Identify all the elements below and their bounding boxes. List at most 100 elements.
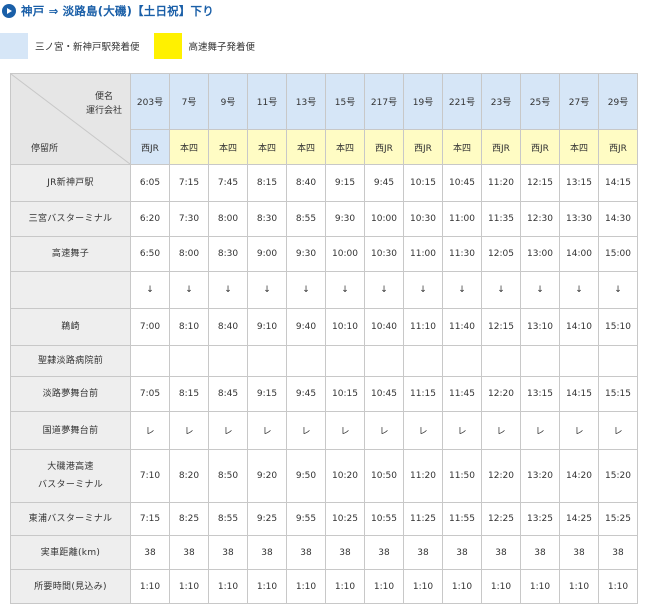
bus-number-header: 11号 — [247, 73, 287, 130]
time-cell: 8:30 — [247, 201, 287, 237]
stop-name: 鵜崎 — [10, 308, 131, 346]
time-cell: 10:45 — [442, 164, 482, 202]
pass-through-arrow: ↓ — [247, 271, 287, 309]
time-cell: 9:20 — [247, 449, 287, 503]
time-cell: 11:40 — [442, 308, 482, 346]
time-cell: 1:10 — [481, 569, 521, 604]
table-row: JR新神戸駅 6:05 7:15 7:45 8:15 8:40 9:15 9:45 10:15 1… — [10, 164, 638, 202]
time-cell: レ — [364, 411, 404, 450]
pass-through-arrow: ↓ — [130, 271, 170, 309]
operator-header: 西JR — [130, 129, 170, 165]
operator-header: 西JR — [598, 129, 638, 165]
time-cell: 15:25 — [598, 502, 638, 536]
pass-through-arrow: ↓ — [559, 271, 599, 309]
time-cell: 11:20 — [403, 449, 443, 503]
time-cell: 38 — [208, 535, 248, 570]
time-cell: 15:10 — [598, 308, 638, 346]
time-cell: 38 — [169, 535, 209, 570]
time-cell: 38 — [442, 535, 482, 570]
time-cell: 12:15 — [520, 164, 560, 202]
corner-label-operator: 運行会社 — [85, 106, 122, 116]
stop-name: 淡路夢舞台前 — [10, 376, 131, 412]
pass-through-arrow: ↓ — [208, 271, 248, 309]
time-cell — [481, 345, 521, 377]
pass-through-arrow: ↓ — [169, 271, 209, 309]
time-cell: 12:20 — [481, 449, 521, 503]
time-cell: 8:40 — [286, 164, 326, 202]
stop-name — [10, 271, 131, 309]
time-cell: 1:10 — [403, 569, 443, 604]
stop-name: JR新神戸駅 — [10, 164, 131, 202]
time-cell: 38 — [130, 535, 170, 570]
time-cell — [130, 345, 170, 377]
time-cell: 7:45 — [208, 164, 248, 202]
operator-header: 本四 — [325, 129, 365, 165]
time-cell: 10:55 — [364, 502, 404, 536]
time-cell: 11:55 — [442, 502, 482, 536]
time-cell: 13:15 — [520, 376, 560, 412]
time-cell: 11:35 — [481, 201, 521, 237]
time-cell: レ — [130, 411, 170, 450]
operator-header: 本四 — [442, 129, 482, 165]
time-cell: 38 — [598, 535, 638, 570]
time-cell: 14:15 — [598, 164, 638, 202]
bus-number-header: 23号 — [481, 73, 521, 130]
time-cell: 7:05 — [130, 376, 170, 412]
time-cell: 14:00 — [559, 236, 599, 272]
pass-through-arrow: ↓ — [442, 271, 482, 309]
table-row: 高速舞子 6:50 8:00 8:30 9:00 9:30 10:00 10:30 11:00 1… — [10, 236, 638, 272]
bus-number-header: 29号 — [598, 73, 638, 130]
time-cell — [598, 345, 638, 377]
time-cell: 38 — [286, 535, 326, 570]
timetable: 便名 運行会社 停留所 203号 7号 9号 11号 13号 15号 217号 19号 221号… — [10, 73, 638, 604]
time-cell: レ — [442, 411, 482, 450]
time-cell: 9:50 — [286, 449, 326, 503]
time-cell: 13:10 — [520, 308, 560, 346]
time-cell: 8:55 — [208, 502, 248, 536]
stop-name: 所要時間(見込み) — [10, 569, 131, 604]
time-cell: 1:10 — [442, 569, 482, 604]
header-corner: 便名 運行会社 停留所 — [10, 73, 131, 165]
time-cell — [559, 345, 599, 377]
time-cell: 7:00 — [130, 308, 170, 346]
time-cell: 9:40 — [286, 308, 326, 346]
time-cell: 8:10 — [169, 308, 209, 346]
legend-swatch-yellow — [153, 33, 182, 59]
time-cell: 14:20 — [559, 449, 599, 503]
time-cell: 11:10 — [403, 308, 443, 346]
operator-header: 本四 — [247, 129, 287, 165]
time-cell: 12:05 — [481, 236, 521, 272]
time-cell: 6:05 — [130, 164, 170, 202]
operator-header: 西JR — [520, 129, 560, 165]
time-cell: レ — [481, 411, 521, 450]
page-title: 神戸 ⇒ 淡路島(大磯)【土日祝】下り — [21, 4, 214, 18]
bus-number-header: 203号 — [130, 73, 170, 130]
time-cell: 7:15 — [130, 502, 170, 536]
table-row: 淡路夢舞台前 7:05 8:15 8:45 9:15 9:45 10:15 10:45 11:1… — [10, 376, 638, 412]
time-cell: 10:50 — [364, 449, 404, 503]
time-cell: 1:10 — [286, 569, 326, 604]
time-cell: 8:15 — [247, 164, 287, 202]
table-row: 大磯港高速 バスターミナル 7:10 8:20 8:50 9:20 9:50 10:20 10… — [10, 449, 638, 503]
time-cell: 9:30 — [325, 201, 365, 237]
time-cell: 9:55 — [286, 502, 326, 536]
time-cell: 8:50 — [208, 449, 248, 503]
table-row: 所要時間(見込み) 1:10 1:10 1:10 1:10 1:10 1:10 1:10 1:1… — [10, 569, 638, 604]
time-cell: 11:50 — [442, 449, 482, 503]
time-cell — [286, 345, 326, 377]
bus-number-header: 13号 — [286, 73, 326, 130]
time-cell: 38 — [325, 535, 365, 570]
stop-name: 東浦バスターミナル — [10, 502, 131, 536]
pass-through-arrow: ↓ — [403, 271, 443, 309]
stop-name: 高速舞子 — [10, 236, 131, 272]
pass-through-arrow: ↓ — [520, 271, 560, 309]
time-cell: 10:15 — [325, 376, 365, 412]
time-cell: 38 — [364, 535, 404, 570]
time-cell: 11:45 — [442, 376, 482, 412]
time-cell: 13:30 — [559, 201, 599, 237]
time-cell: 8:00 — [208, 201, 248, 237]
time-cell: 38 — [481, 535, 521, 570]
time-cell: レ — [598, 411, 638, 450]
bus-number-header: 19号 — [403, 73, 443, 130]
table-row: 実車距離(km) 38 38 38 38 38 38 38 38 38 38 38 38 38 — [10, 535, 638, 570]
